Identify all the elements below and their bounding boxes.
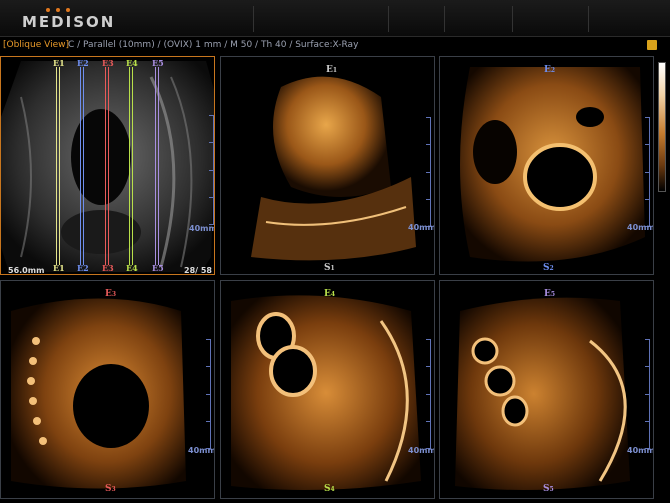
slice-label-s1: S1 — [324, 263, 335, 273]
scale-bar — [206, 339, 211, 449]
slice-line-1[interactable] — [56, 67, 57, 265]
info-bar: [Oblique View] C / Parallel (10mm) / (OV… — [0, 37, 670, 54]
slice-marker-s2: E2 — [77, 263, 89, 273]
scale-bar — [426, 117, 431, 227]
slice-marker-s4: E4 — [126, 263, 138, 273]
scale-label: 40mm — [408, 446, 435, 455]
slice-marker-e1: E1 — [53, 58, 65, 68]
toolbar-divider — [388, 6, 389, 32]
slice-label-s4: S4 — [324, 484, 335, 494]
slice-label-e4: E4 — [324, 289, 336, 299]
slice-line-4[interactable] — [129, 67, 130, 265]
scale-label: 40mm — [188, 446, 215, 455]
slice-panel-3[interactable]: E3 S3 40mm — [0, 280, 215, 499]
scale-bar — [645, 117, 650, 227]
scale-bar — [209, 115, 214, 225]
slice-label-s2: S2 — [543, 263, 554, 273]
slice-label-e3: E3 — [105, 289, 117, 299]
slice-marker-s3: E3 — [102, 263, 114, 273]
slice-label-e5: E5 — [544, 289, 556, 299]
top-bar: MEDISON — [0, 0, 670, 37]
scale-label: 40mm — [189, 224, 215, 233]
slice-marker-s5: E5 — [152, 263, 164, 273]
slice-marker-e5: E5 — [152, 58, 164, 68]
save-icon[interactable] — [647, 40, 657, 50]
depth-readout: 56.0mm — [8, 266, 45, 275]
reference-ultrasound-image — [1, 61, 214, 272]
slice-line-3[interactable] — [105, 67, 106, 265]
scale-label: 40mm — [627, 446, 654, 455]
slice-panel-4[interactable]: E4 S4 40mm — [220, 280, 435, 499]
scale-label: 40mm — [627, 223, 654, 232]
medison-logo: MEDISON — [22, 13, 116, 31]
slice-panel-5[interactable]: E5 S5 40mm — [439, 280, 654, 499]
toolbar-divider — [512, 6, 513, 32]
slice-render-5 — [455, 297, 630, 490]
view-mode-label[interactable]: [Oblique View] — [3, 37, 69, 54]
toolbar-divider — [588, 6, 589, 32]
slice-line-2[interactable] — [80, 67, 81, 265]
slice-label-e2: E2 — [544, 65, 556, 75]
scale-bar — [645, 339, 650, 449]
color-map-bar — [658, 62, 666, 192]
scale-bar — [426, 339, 431, 449]
slice-panel-2[interactable]: E2 S2 40mm — [439, 56, 654, 275]
frame-counter: 28/ 58 — [184, 266, 212, 275]
slice-line-5[interactable] — [155, 67, 156, 265]
scale-label: 40mm — [408, 223, 435, 232]
reference-image-panel[interactable]: E1 E1 E2 E2 E3 E3 E4 E4 E5 E5 56.0mm 28/ 58 40mm — [0, 56, 215, 275]
slice-marker-e3: E3 — [102, 58, 114, 68]
acquisition-params: C / Parallel (10mm) / (OVIX) 1 mm / M 50… — [68, 40, 359, 50]
slice-label-s3: S3 — [105, 484, 116, 494]
slice-render-3 — [11, 298, 186, 489]
slice-marker-s1: E1 — [53, 263, 65, 273]
slice-label-s5: S5 — [543, 484, 554, 494]
slice-marker-e4: E4 — [126, 58, 138, 68]
slice-marker-e2: E2 — [77, 58, 89, 68]
slice-render-2 — [460, 67, 645, 262]
slice-panel-1[interactable]: E1 S1 40mm — [220, 56, 435, 275]
slice-label-e1: E1 — [326, 65, 338, 75]
slice-render-1 — [251, 76, 416, 261]
toolbar-divider — [253, 6, 254, 32]
toolbar-divider — [444, 6, 445, 32]
slice-render-4 — [231, 295, 421, 490]
